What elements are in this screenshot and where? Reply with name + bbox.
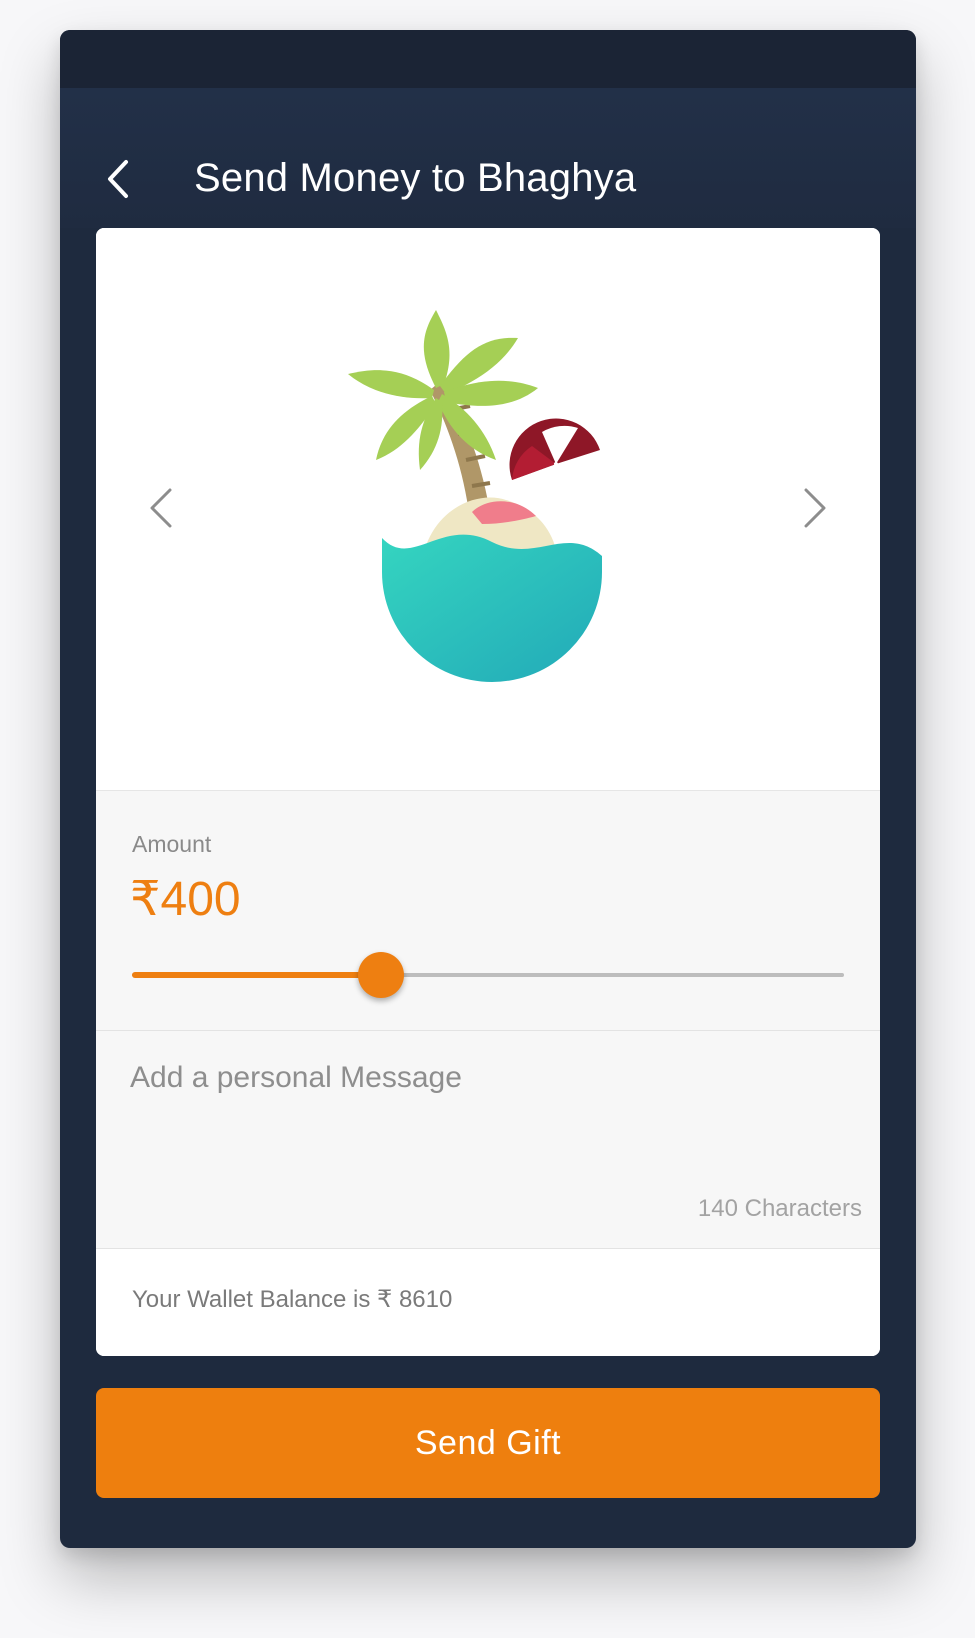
next-gift-button[interactable] <box>792 478 836 538</box>
page-title: Send Money to Bhaghya <box>194 156 637 200</box>
amount-slider[interactable] <box>132 952 844 998</box>
back-arrow-icon <box>108 160 128 198</box>
slider-thumb[interactable] <box>358 952 405 998</box>
slider-fill <box>132 972 382 978</box>
app-bar: Send Money to Bhaghya <box>60 88 916 228</box>
chevron-left-icon <box>150 488 172 528</box>
amount-section: Amount ₹400 <box>96 790 880 1031</box>
previous-gift-button[interactable] <box>140 478 184 538</box>
wallet-section: Your Wallet Balance is ₹ 8610 <box>96 1248 880 1356</box>
back-button[interactable] <box>96 152 150 206</box>
message-section: 140 Characters <box>96 1030 880 1249</box>
amount-label: Amount <box>132 831 212 857</box>
character-limit: 140 Characters <box>697 1195 862 1222</box>
island-coconut-illustration <box>348 310 602 682</box>
chevron-right-icon <box>804 488 826 528</box>
amount-value: ₹400 <box>130 873 241 926</box>
gift-carousel <box>96 228 880 790</box>
phone-frame: Send Money to Bhaghya Amount ₹400 Add a … <box>60 30 916 1548</box>
gift-card: Amount ₹400 140 Characters Your Wallet B… <box>96 228 880 1356</box>
status-bar <box>60 30 916 88</box>
personal-message-input[interactable] <box>130 1061 844 1181</box>
wallet-balance: Your Wallet Balance is ₹ 8610 <box>132 1286 453 1313</box>
send-gift-button[interactable]: Send Gift <box>96 1388 880 1498</box>
